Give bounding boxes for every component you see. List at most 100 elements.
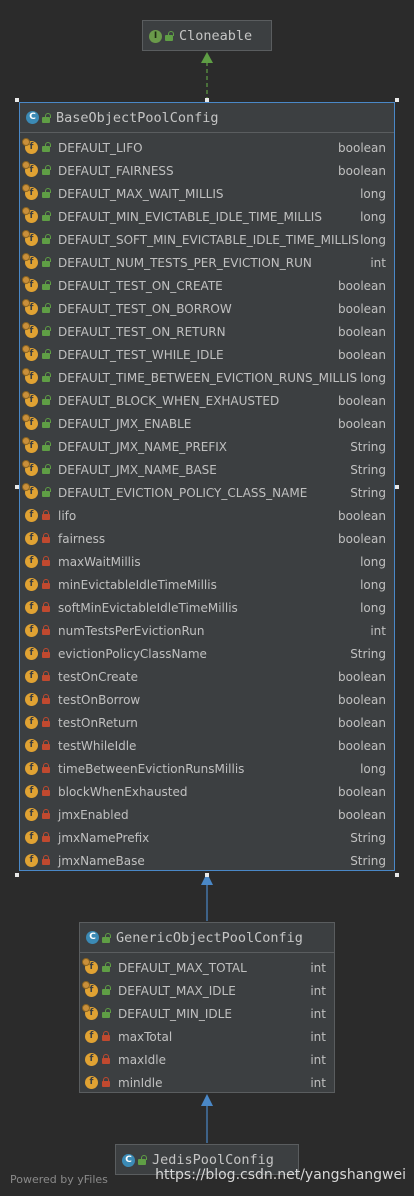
field-row[interactable]: f DEFAULT_FAIRNESS boolean [20,159,394,182]
field-row[interactable]: f numTestsPerEvictionRun int [20,619,394,642]
public-icon [42,280,51,290]
field-row[interactable]: f DEFAULT_JMX_NAME_BASE String [20,458,394,481]
resize-handle[interactable] [395,873,399,877]
field-row[interactable]: f DEFAULT_MIN_IDLE int [80,1002,334,1025]
field-name: DEFAULT_NUM_TESTS_PER_EVICTION_RUN [58,255,312,270]
public-icon [42,395,51,405]
resize-handle[interactable] [205,98,209,102]
field-row[interactable]: f minEvictableIdleTimeMillis long [20,573,394,596]
field-row[interactable]: f DEFAULT_TEST_ON_BORROW boolean [20,297,394,320]
field-type: String [350,485,386,500]
field-row[interactable]: f testWhileIdle boolean [20,734,394,757]
field-row[interactable]: f fairness boolean [20,527,394,550]
field-row[interactable]: f testOnCreate boolean [20,665,394,688]
static-field-icon: f [22,391,38,407]
field-row[interactable]: f testOnReturn boolean [20,711,394,734]
field-row[interactable]: f DEFAULT_SOFT_MIN_EVICTABLE_IDLE_TIME_MI… [20,228,394,251]
field-row[interactable]: f DEFAULT_JMX_ENABLE boolean [20,412,394,435]
static-field-icon: f [22,322,38,338]
private-lock-icon [42,625,50,635]
field-type: boolean [338,531,386,546]
field-row[interactable]: f DEFAULT_MAX_IDLE int [80,979,334,1002]
watermark: https://blog.csdn.net/yangshangwei [155,1167,406,1183]
resize-handle[interactable] [395,98,399,102]
field-name: minEvictableIdleTimeMillis [58,577,217,592]
field-type: int [310,983,326,998]
field-row[interactable]: f DEFAULT_MAX_WAIT_MILLIS long [20,182,394,205]
generic-object-pool-config-node[interactable]: C GenericObjectPoolConfig f DEFAULT_MAX_T… [79,922,335,1093]
field-type: int [310,1075,326,1090]
field-type: String [350,853,386,868]
field-name: DEFAULT_TEST_WHILE_IDLE [58,347,224,362]
field-name: DEFAULT_EVICTION_POLICY_CLASS_NAME [58,485,308,500]
field-row[interactable]: f DEFAULT_TEST_ON_RETURN boolean [20,320,394,343]
cloneable-node[interactable]: I Cloneable [142,20,272,51]
field-row[interactable]: f timeBetweenEvictionRunsMillis long [20,757,394,780]
field-name: jmxNameBase [58,853,145,868]
extends-arrowhead-jedis [201,1094,213,1106]
node-title: JedisPoolConfig [152,1152,274,1168]
field-icon: f [25,831,38,844]
field-name: DEFAULT_LIFO [58,140,143,155]
field-name: fairness [58,531,106,546]
field-type: long [360,600,386,615]
resize-handle[interactable] [205,873,209,877]
private-lock-icon [42,809,50,819]
private-lock-icon [42,786,50,796]
field-name: DEFAULT_SOFT_MIN_EVICTABLE_IDLE_TIME_MIL… [58,232,360,247]
field-icon: f [25,739,38,752]
resize-handle[interactable] [15,873,19,877]
field-row[interactable]: f testOnBorrow boolean [20,688,394,711]
field-row[interactable]: f jmxNameBase String [20,849,394,872]
public-icon [42,142,51,152]
field-row[interactable]: f DEFAULT_LIFO boolean [20,136,394,159]
powered-by-label: Powered by yFiles [10,1173,108,1186]
field-row[interactable]: f evictionPolicyClassName String [20,642,394,665]
private-lock-icon [42,832,50,842]
field-row[interactable]: f softMinEvictableIdleTimeMillis long [20,596,394,619]
field-name: blockWhenExhausted [58,784,188,799]
field-list: f DEFAULT_LIFO boolean f DEFAULT_FAIRNESS boo… [20,133,394,872]
static-field-icon: f [82,958,98,974]
field-row[interactable]: f jmxNamePrefix String [20,826,394,849]
field-row[interactable]: f jmxEnabled boolean [20,803,394,826]
field-type: String [350,830,386,845]
field-row[interactable]: f maxTotal int [80,1025,334,1048]
static-field-icon: f [82,981,98,997]
field-row[interactable]: f minIdle int [80,1071,334,1094]
field-row[interactable]: f DEFAULT_MAX_TOTAL int [80,956,334,979]
field-row[interactable]: f DEFAULT_EVICTION_POLICY_CLASS_NAME Strin… [20,481,394,504]
field-row[interactable]: f blockWhenExhausted boolean [20,780,394,803]
field-icon: f [25,693,38,706]
public-icon [102,1008,111,1018]
resize-handle[interactable] [15,98,19,102]
field-row[interactable]: f maxIdle int [80,1048,334,1071]
field-row[interactable]: f lifo boolean [20,504,394,527]
public-icon [42,487,51,497]
field-row[interactable]: f DEFAULT_BLOCK_WHEN_EXHAUSTED boolean [20,389,394,412]
private-lock-icon [42,556,50,566]
field-row[interactable]: f DEFAULT_JMX_NAME_PREFIX String [20,435,394,458]
public-icon [138,1155,147,1165]
base-object-pool-config-node[interactable]: C BaseObjectPoolConfig f DEFAULT_LIFO bool… [19,102,395,871]
field-icon: f [25,532,38,545]
field-row[interactable]: f DEFAULT_TEST_ON_CREATE boolean [20,274,394,297]
private-lock-icon [42,694,50,704]
resize-handle[interactable] [395,485,399,489]
field-type: long [360,186,386,201]
field-row[interactable]: f DEFAULT_NUM_TESTS_PER_EVICTION_RUN int [20,251,394,274]
field-row[interactable]: f maxWaitMillis long [20,550,394,573]
static-field-icon: f [22,299,38,315]
field-name: DEFAULT_JMX_NAME_PREFIX [58,439,228,454]
public-icon [42,211,51,221]
private-lock-icon [42,763,50,773]
public-icon [42,165,51,175]
field-name: maxIdle [118,1052,167,1067]
field-row[interactable]: f DEFAULT_TIME_BETWEEN_EVICTION_RUNS_MILL… [20,366,394,389]
field-row[interactable]: f DEFAULT_TEST_WHILE_IDLE boolean [20,343,394,366]
resize-handle[interactable] [15,485,19,489]
field-row[interactable]: f DEFAULT_MIN_EVICTABLE_IDLE_TIME_MILLIS l… [20,205,394,228]
field-type: boolean [338,301,386,316]
private-lock-icon [42,740,50,750]
field-type: long [360,232,386,247]
